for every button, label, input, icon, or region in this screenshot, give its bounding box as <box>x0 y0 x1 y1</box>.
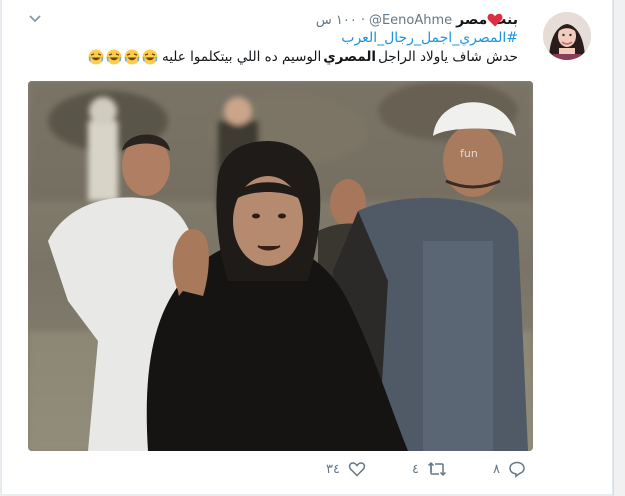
tweet-card[interactable]: ١٠٠ س · @EenoAhme بنت مصر #المصري_اجمل_ر… <box>1 0 613 494</box>
reply-icon[interactable] <box>508 460 526 478</box>
tweet-text-part1: حدش شاف ياولاد الراجل <box>378 49 518 65</box>
avatar[interactable] <box>543 12 591 60</box>
chevron-down-icon[interactable] <box>28 12 42 26</box>
tweet-media-image[interactable]: fun <box>28 81 533 451</box>
scrollbar[interactable] <box>613 0 625 496</box>
tweet-text-bold: المصري <box>323 49 377 65</box>
heart-emoji-icon <box>487 13 503 27</box>
retweet-icon[interactable] <box>427 460 447 478</box>
retweet-count: ٤ <box>412 461 419 477</box>
like-action[interactable]: ٣٤ <box>326 460 366 478</box>
reply-count: ٨ <box>493 461 500 477</box>
laughing-emoji-icon <box>106 49 122 65</box>
like-heart-icon[interactable] <box>348 460 366 478</box>
tweet-text: حدش شاف ياولاد الراجل المصري الوسيم ده ا… <box>87 49 518 65</box>
laughing-emoji-icon <box>88 49 104 65</box>
retweet-action[interactable]: ٤ <box>412 460 447 478</box>
tweet-text-part2: الوسيم ده اللي بيتكلموا عليه <box>161 49 322 65</box>
hashtag-link[interactable]: #المصري_اجمل_رجال_العرب <box>341 30 518 46</box>
tweet-actions: ٨ ٤ ٣٤ <box>322 460 537 484</box>
media-watermark: fun <box>460 147 478 160</box>
like-count: ٣٤ <box>326 461 340 477</box>
reply-action[interactable]: ٨ <box>493 460 526 478</box>
media-scene: fun <box>28 81 533 451</box>
laughing-emoji-group <box>87 49 158 65</box>
separator-dot: · <box>360 12 365 28</box>
laughing-emoji-icon <box>142 49 158 65</box>
tweet-timestamp[interactable]: ١٠٠ س <box>316 13 357 28</box>
laughing-emoji-icon <box>124 49 140 65</box>
user-handle[interactable]: @EenoAhme <box>369 13 452 28</box>
